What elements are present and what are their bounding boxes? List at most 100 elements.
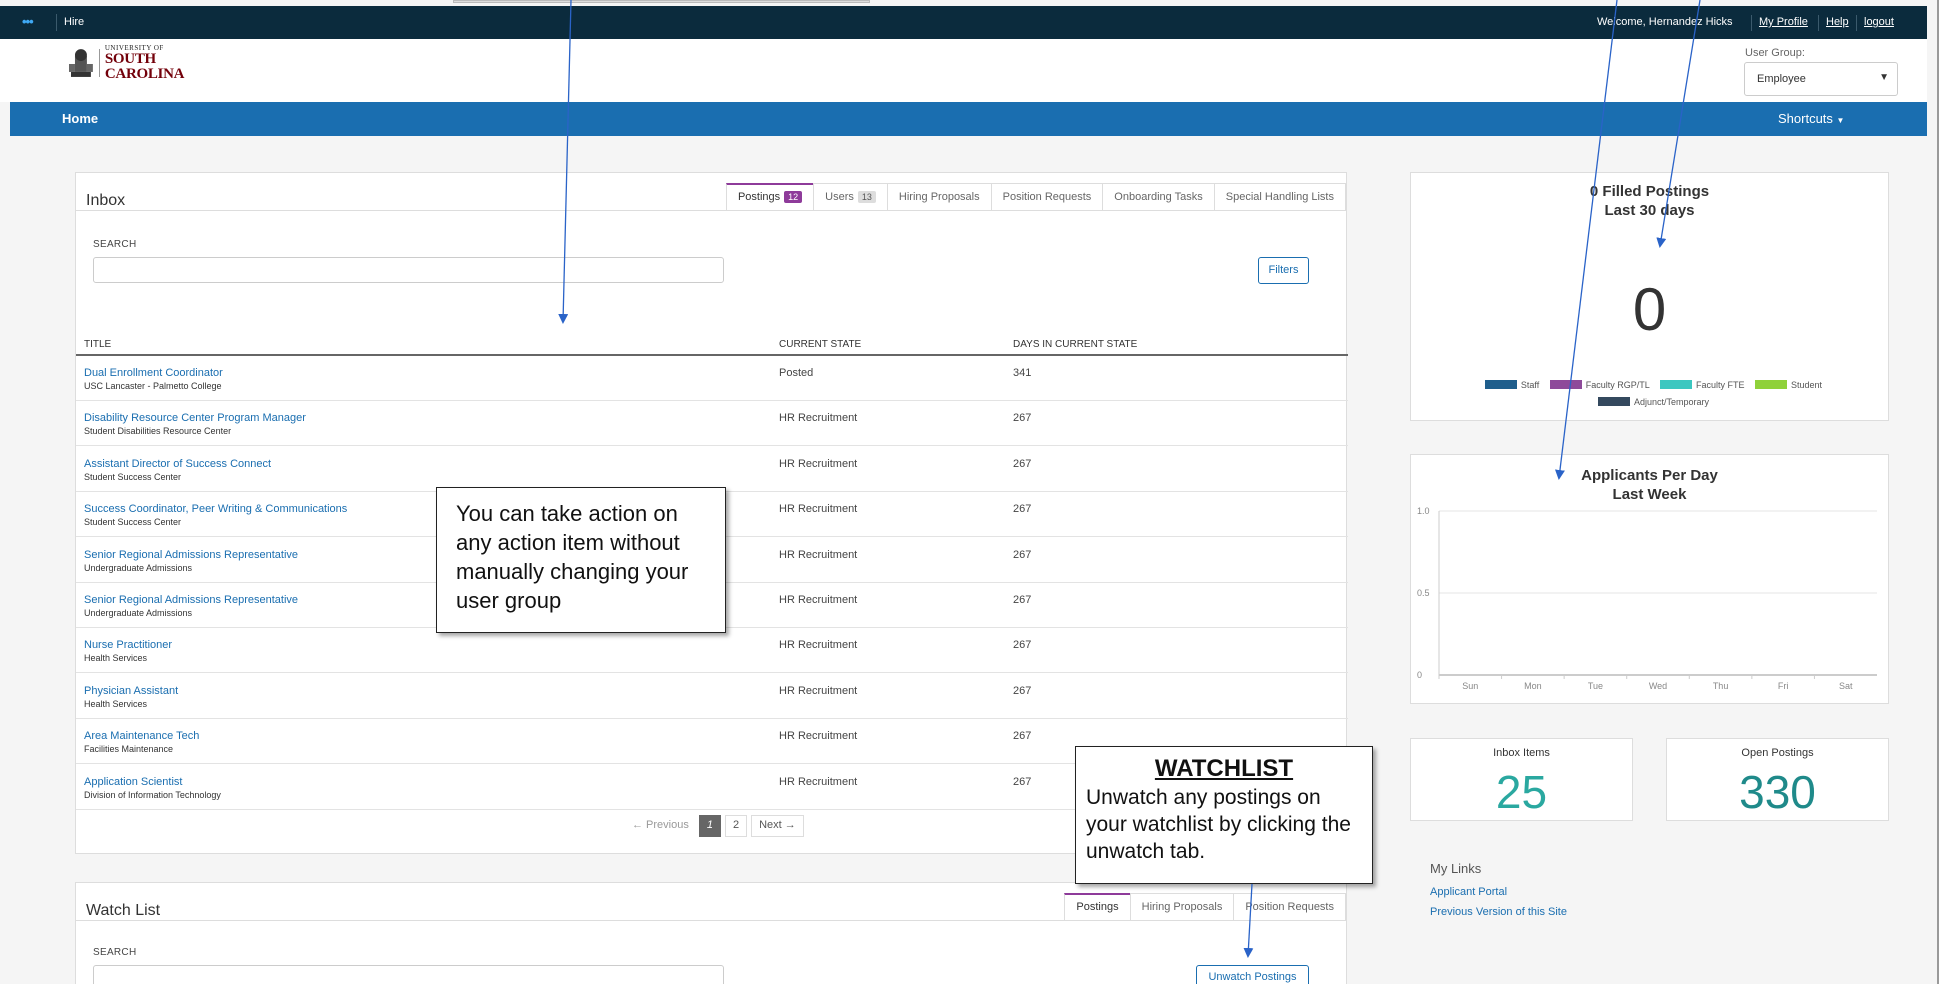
- posting-title-link[interactable]: Success Coordinator, Peer Writing & Comm…: [84, 503, 347, 515]
- posting-department: Health Services: [84, 698, 148, 709]
- nav-home[interactable]: Home: [62, 111, 98, 126]
- column-days[interactable]: DAYS IN CURRENT STATE: [1013, 339, 1137, 350]
- posting-days: 267: [1013, 503, 1032, 516]
- posting-days: 267: [1013, 684, 1032, 697]
- posting-title-link[interactable]: Disability Resource Center Program Manag…: [84, 412, 306, 424]
- search-input[interactable]: [93, 257, 724, 283]
- tab-watch-hiring-proposals[interactable]: Hiring Proposals: [1129, 893, 1235, 920]
- legend-swatch: [1549, 380, 1582, 389]
- app-name[interactable]: Hire: [64, 16, 84, 28]
- divider: [1818, 15, 1819, 31]
- posting-department: Undergraduate Admissions: [84, 562, 193, 573]
- user-group-select[interactable]: Employee ▼: [1744, 62, 1898, 96]
- divider: [98, 49, 100, 77]
- tab-postings[interactable]: Postings 12: [725, 183, 815, 210]
- posting-title-link[interactable]: Application Scientist: [84, 776, 182, 788]
- my-profile-link[interactable]: My Profile: [1759, 16, 1808, 28]
- watch-list-panel: Watch List Postings Hiring Proposals Pos…: [75, 882, 1347, 984]
- cropped-overlay-edge: [453, 0, 870, 3]
- table-row[interactable]: Assistant Director of Success Connect Stu…: [76, 447, 1348, 492]
- posting-days: 267: [1013, 457, 1032, 470]
- posting-department: Division of Information Technology: [84, 789, 221, 800]
- posting-title-link[interactable]: Assistant Director of Success Connect: [84, 458, 271, 470]
- logout-link[interactable]: logout: [1864, 16, 1894, 28]
- page-1-button[interactable]: 1: [698, 815, 721, 837]
- next-page-button[interactable]: Next →: [751, 815, 804, 837]
- posting-title-link[interactable]: Nurse Practitioner: [84, 639, 172, 651]
- search-label: SEARCH: [93, 947, 137, 958]
- tab-label: Users: [825, 191, 854, 203]
- legend-label: Faculty FTE: [1696, 380, 1745, 390]
- posting-title-link[interactable]: Senior Regional Admissions Representativ…: [84, 549, 298, 561]
- legend-swatch: [1660, 380, 1692, 389]
- divider: [1751, 15, 1752, 31]
- nav-shortcuts[interactable]: Shortcuts ▼: [1778, 111, 1844, 126]
- posting-state: HR Recruitment: [779, 548, 858, 561]
- site-header: UNIVERSITY OF SOUTH CAROLINA User Group:…: [0, 39, 1927, 102]
- applicant-portal-link[interactable]: Applicant Portal: [1430, 886, 1507, 898]
- legend-swatch: [1597, 397, 1630, 406]
- filters-button[interactable]: Filters: [1258, 257, 1309, 284]
- unwatch-postings-button[interactable]: Unwatch Postings: [1196, 965, 1309, 984]
- table-header: TITLE CURRENT STATE DAYS IN CURRENT STAT…: [76, 331, 1348, 356]
- posting-department: Health Services: [84, 653, 148, 664]
- y-tick-label: 0: [1417, 670, 1422, 680]
- watchlist-callout: WATCHLIST Unwatch any postings on your w…: [1075, 746, 1373, 884]
- title-line-1: 0 Filled Postings: [1589, 183, 1710, 200]
- inbox-items-widget[interactable]: Inbox Items 25: [1410, 738, 1633, 821]
- table-row[interactable]: Physician Assistant Health Services HR Rec…: [76, 674, 1348, 719]
- user-group-label: User Group:: [1745, 47, 1805, 59]
- posting-title-link[interactable]: Senior Regional Admissions Representativ…: [84, 594, 298, 606]
- posting-title-link[interactable]: Area Maintenance Tech: [84, 730, 199, 742]
- watch-search-input[interactable]: [93, 965, 724, 984]
- posting-department: Undergraduate Admissions: [84, 608, 193, 618]
- x-tick-label: Thu: [1713, 681, 1729, 691]
- app-menu-icon[interactable]: •••: [22, 14, 34, 29]
- tab-special-handling-lists[interactable]: Special Handling Lists: [1213, 183, 1346, 210]
- inbox-tabs: Postings 12 Users 13 Hiring Proposals Posi…: [725, 183, 1346, 210]
- callout-heading: WATCHLIST: [1154, 755, 1294, 782]
- page-2-button[interactable]: 2: [724, 815, 748, 837]
- posting-title-link[interactable]: Dual Enrollment Coordinator: [84, 367, 223, 379]
- table-row[interactable]: Nurse Practitioner Health Services HR Recr…: [76, 628, 1348, 674]
- posting-days: 267: [1013, 548, 1032, 561]
- my-links-title: My Links: [1430, 861, 1482, 876]
- x-tick-label: Fri: [1778, 681, 1789, 691]
- legend-label: Faculty RGP/TL: [1585, 380, 1650, 390]
- open-postings-label: Open Postings: [1741, 747, 1814, 759]
- filled-postings-count: 0: [1632, 276, 1667, 343]
- posting-title-link[interactable]: Physician Assistant: [84, 685, 178, 697]
- posting-days: 341: [1013, 367, 1032, 379]
- posting-days: 267: [1013, 730, 1032, 743]
- divider: [76, 210, 1346, 211]
- count-badge: 13: [857, 191, 876, 203]
- crest-icon: [68, 49, 93, 77]
- logo-line-2: SOUTH CAROLINA: [104, 50, 185, 82]
- tab-onboarding-tasks[interactable]: Onboarding Tasks: [1102, 183, 1215, 210]
- divider: [76, 920, 1346, 921]
- tab-users[interactable]: Users 13: [813, 183, 888, 210]
- previous-page-button[interactable]: ← Previous: [626, 815, 695, 837]
- open-postings-widget[interactable]: Open Postings 330: [1666, 738, 1889, 821]
- tab-watch-postings[interactable]: Postings: [1064, 893, 1131, 920]
- posting-days: 267: [1013, 639, 1032, 652]
- inbox-items-label: Inbox Items: [1493, 747, 1550, 759]
- previous-version-link[interactable]: Previous Version of this Site: [1430, 906, 1567, 918]
- posting-days: 267: [1013, 775, 1032, 788]
- help-link[interactable]: Help: [1826, 16, 1849, 28]
- column-title[interactable]: TITLE: [84, 339, 111, 350]
- university-logo[interactable]: UNIVERSITY OF SOUTH CAROLINA: [68, 44, 238, 82]
- user-group-value: Employee: [1757, 73, 1806, 85]
- table-row[interactable]: Dual Enrollment Coordinator USC Lancaster…: [76, 356, 1348, 401]
- tab-position-requests[interactable]: Position Requests: [990, 183, 1104, 210]
- posting-state: HR Recruitment: [779, 775, 858, 788]
- posting-department: USC Lancaster - Palmetto College: [84, 381, 222, 391]
- tab-label: Postings: [737, 191, 781, 203]
- tab-hiring-proposals[interactable]: Hiring Proposals: [886, 183, 992, 210]
- tab-watch-position-requests[interactable]: Position Requests: [1233, 893, 1346, 920]
- posting-state: HR Recruitment: [779, 412, 858, 425]
- x-tick-label: Mon: [1524, 681, 1542, 691]
- table-row[interactable]: Disability Resource Center Program Manag…: [76, 401, 1348, 447]
- column-current-state[interactable]: CURRENT STATE: [779, 339, 861, 350]
- top-bar: ••• Hire Welcome, Hernandez Hicks My Pro…: [0, 6, 1927, 39]
